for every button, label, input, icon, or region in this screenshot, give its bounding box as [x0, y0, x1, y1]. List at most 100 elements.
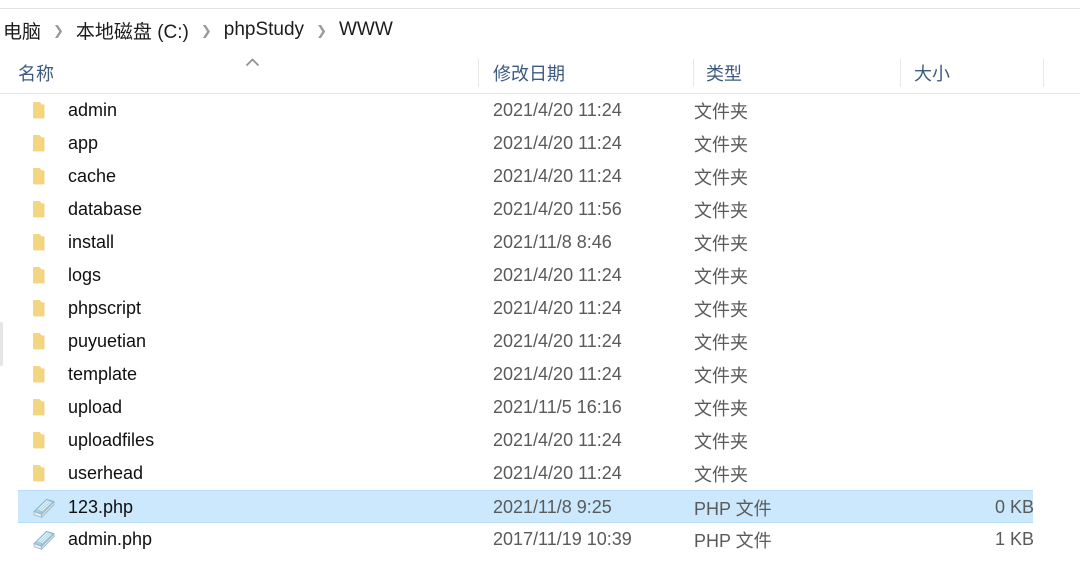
file-name-cell[interactable]: install — [32, 226, 114, 259]
breadcrumb-separator-icon: ❯ — [316, 22, 327, 38]
file-date-modified-cell: 2017/11/19 10:39 — [493, 529, 632, 549]
file-list-row[interactable]: database 2021/4/20 11:56 文件夹 — [18, 193, 1033, 226]
file-size-cell — [848, 292, 1034, 325]
file-list-row[interactable]: app 2021/4/20 11:24 文件夹 — [18, 127, 1033, 160]
file-type-cell: 文件夹 — [694, 233, 748, 254]
file-name-label: cache — [68, 166, 117, 186]
file-size-cell: 1 KB — [994, 529, 1034, 549]
folder-icon — [32, 391, 62, 424]
file-name-label: puyuetian — [68, 331, 147, 351]
file-date-modified-cell: 2021/4/20 11:24 — [493, 430, 622, 450]
file-date-modified-cell: 2021/4/20 11:24 — [493, 265, 622, 285]
breadcrumb-separator-icon: ❯ — [53, 22, 64, 38]
column-header-date-modified[interactable]: 修改日期 — [493, 52, 691, 93]
file-size-cell — [848, 457, 1034, 490]
file-type-cell: 文件夹 — [694, 200, 748, 221]
file-date-modified-cell: 2021/11/8 9:25 — [493, 497, 612, 517]
breadcrumb-item-local-disk-c[interactable]: 本地磁盘 (C:) — [73, 15, 192, 46]
file-name-label: app — [68, 133, 99, 153]
breadcrumb-item-phpstudy[interactable]: phpStudy — [221, 17, 307, 43]
file-list[interactable]: admin 2021/4/20 11:24 文件夹 app 2021/4/20 11:2… — [0, 94, 1080, 569]
file-name-label: phpscript — [68, 298, 142, 318]
file-list-row[interactable]: puyuetian 2021/4/20 11:24 文件夹 — [18, 325, 1033, 358]
file-name-cell[interactable]: app — [32, 127, 98, 160]
file-date-modified-cell: 2021/4/20 11:24 — [493, 364, 622, 384]
file-type-cell: 文件夹 — [694, 266, 748, 287]
file-date-modified-cell: 2021/11/8 8:46 — [493, 232, 612, 252]
file-list-row[interactable]: uploadfiles 2021/4/20 11:24 文件夹 — [18, 424, 1033, 457]
column-header-size[interactable]: 大小 — [914, 52, 1042, 93]
file-list-row[interactable]: install 2021/11/8 8:46 文件夹 — [18, 226, 1033, 259]
column-divider-type-size[interactable] — [900, 59, 901, 87]
sort-ascending-caret-icon — [246, 58, 259, 66]
folder-icon — [32, 325, 62, 358]
file-list-row[interactable]: admin.php 2017/11/19 10:39 PHP 文件 1 KB — [18, 523, 1034, 556]
file-type-cell: PHP 文件 — [694, 498, 772, 519]
file-list-row[interactable]: cache 2021/4/20 11:24 文件夹 — [18, 160, 1033, 193]
file-type-cell: 文件夹 — [694, 398, 748, 419]
file-date-modified-cell: 2021/4/20 11:24 — [493, 298, 622, 318]
file-date-modified-cell: 2021/4/20 11:56 — [493, 199, 622, 219]
file-name-cell[interactable]: admin — [32, 94, 117, 127]
file-type-cell: PHP 文件 — [694, 530, 772, 551]
column-divider-size-end[interactable] — [1043, 59, 1044, 87]
file-name-label: database — [68, 199, 143, 219]
file-date-modified-cell: 2021/11/5 16:16 — [493, 397, 622, 417]
file-list-row[interactable]: upload 2021/11/5 16:16 文件夹 — [18, 391, 1033, 424]
file-name-cell[interactable]: userhead — [32, 457, 143, 490]
file-list-row[interactable]: 123.php 2021/11/8 9:25 PHP 文件 0 KB — [18, 490, 1034, 524]
file-list-row[interactable]: admin 2021/4/20 11:24 文件夹 — [18, 94, 1033, 127]
folder-icon — [32, 259, 62, 292]
folder-icon — [32, 358, 62, 391]
column-header-type-label: 类型 — [706, 63, 742, 84]
file-name-cell[interactable]: puyuetian — [32, 325, 146, 358]
file-name-cell[interactable]: admin.php — [32, 523, 152, 556]
file-name-cell[interactable]: template — [32, 358, 137, 391]
column-divider-date-type[interactable] — [693, 59, 694, 87]
file-size-cell: 0 KB — [994, 497, 1034, 517]
folder-icon — [32, 160, 62, 193]
folder-icon — [32, 226, 62, 259]
file-list-row[interactable]: phpscript 2021/4/20 11:24 文件夹 — [18, 292, 1033, 325]
file-type-cell: 文件夹 — [694, 167, 748, 188]
folder-icon — [32, 94, 62, 127]
file-name-label: logs — [68, 265, 102, 285]
file-name-label: 123.php — [68, 497, 134, 517]
file-type-cell: 文件夹 — [694, 431, 748, 452]
column-header-size-label: 大小 — [914, 63, 950, 84]
file-name-cell[interactable]: cache — [32, 160, 116, 193]
file-size-cell — [848, 94, 1034, 127]
column-divider-name-date[interactable] — [478, 59, 479, 87]
column-header-type[interactable]: 类型 — [706, 52, 898, 93]
breadcrumb[interactable]: 电脑 ❯ 本地磁盘 (C:) ❯ phpStudy ❯ WWW — [0, 9, 1080, 51]
file-name-cell[interactable]: logs — [32, 259, 101, 292]
file-size-cell — [848, 391, 1034, 424]
file-name-label: template — [68, 364, 138, 384]
breadcrumb-item-computer[interactable]: 电脑 — [0, 15, 44, 46]
file-type-cell: 文件夹 — [694, 464, 748, 485]
file-size-cell — [848, 424, 1034, 457]
file-type-cell: 文件夹 — [694, 332, 748, 353]
file-date-modified-cell: 2021/4/20 11:24 — [493, 463, 622, 483]
file-name-cell[interactable]: database — [32, 193, 142, 226]
file-size-cell — [848, 160, 1034, 193]
php-file-icon — [32, 491, 62, 524]
file-name-cell[interactable]: 123.php — [32, 491, 133, 524]
file-size-cell — [848, 127, 1034, 160]
file-name-label: admin — [68, 100, 118, 120]
file-name-label: uploadfiles — [68, 430, 155, 450]
file-name-label: upload — [68, 397, 123, 417]
column-header-bar: 名称 修改日期 类型 大小 — [0, 52, 1080, 94]
file-type-cell: 文件夹 — [694, 101, 748, 122]
breadcrumb-item-www[interactable]: WWW — [336, 17, 396, 43]
file-name-cell[interactable]: upload — [32, 391, 122, 424]
file-type-cell: 文件夹 — [694, 134, 748, 155]
file-type-cell: 文件夹 — [694, 365, 748, 386]
file-name-cell[interactable]: uploadfiles — [32, 424, 154, 457]
file-name-cell[interactable]: phpscript — [32, 292, 141, 325]
file-list-row[interactable]: logs 2021/4/20 11:24 文件夹 — [18, 259, 1033, 292]
file-list-row[interactable]: template 2021/4/20 11:24 文件夹 — [18, 358, 1033, 391]
file-date-modified-cell: 2021/4/20 11:24 — [493, 133, 622, 153]
column-header-name-label: 名称 — [18, 63, 54, 84]
file-list-row[interactable]: userhead 2021/4/20 11:24 文件夹 — [18, 457, 1033, 490]
